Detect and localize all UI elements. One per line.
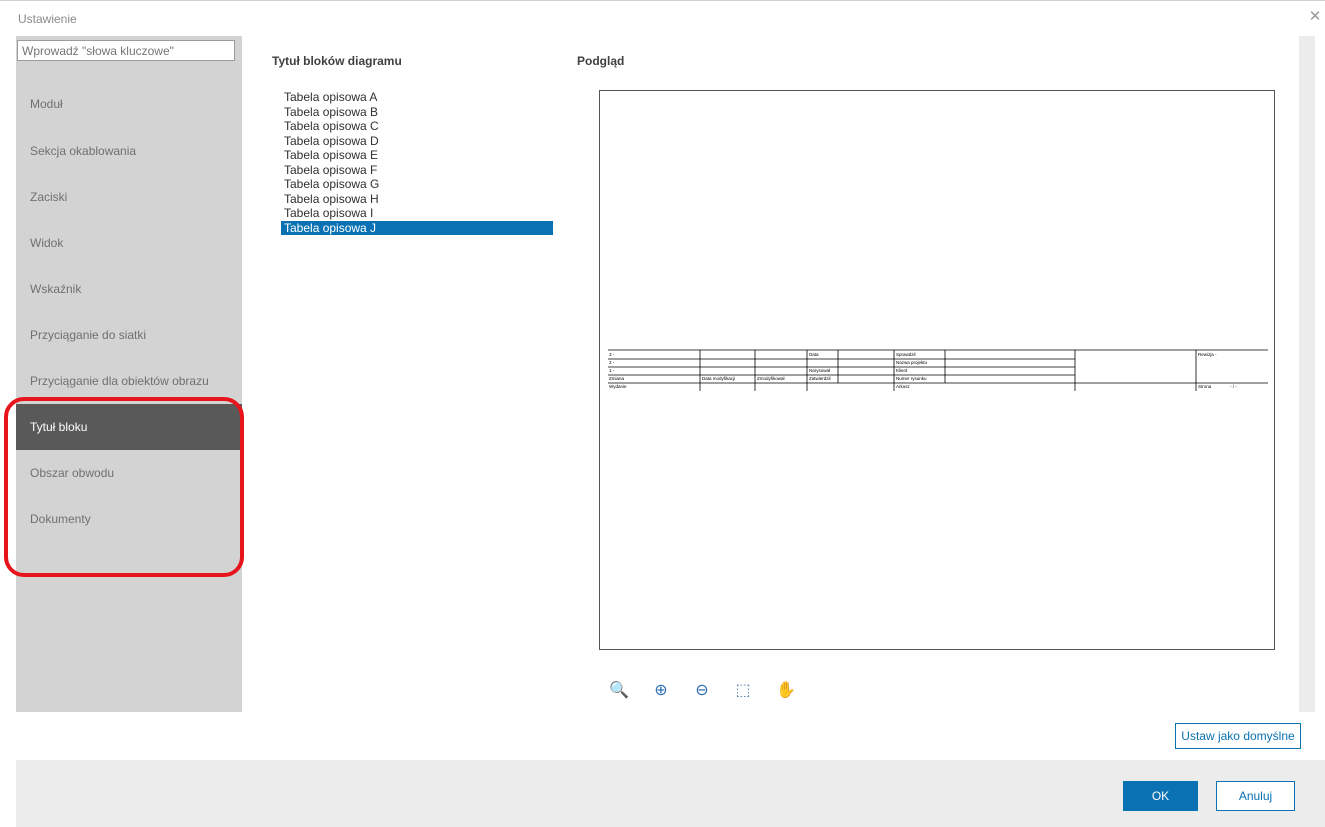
tb-cell: Wydanie: [609, 384, 627, 389]
pan-hand-icon[interactable]: ✋: [776, 680, 796, 700]
tb-cell: Sprawdził: [896, 352, 916, 357]
button-area: [0, 712, 1325, 760]
list-item[interactable]: Tabela opisowa D: [281, 134, 553, 149]
tb-cell: Rewizja -: [1198, 352, 1217, 357]
tb-cell: Numer rysunku: [896, 376, 927, 381]
close-icon[interactable]: ✕: [1306, 8, 1324, 26]
window-title: Ustawienie: [18, 12, 77, 26]
tb-cell: Zmodyfikował: [757, 376, 785, 381]
title-block-preview: 3 - 2 - 1 - Zmiana Wydanie Data modyfikacji Zm…: [608, 349, 1268, 391]
tb-cell: Data modyfikacji: [702, 376, 735, 381]
list-item[interactable]: Tabela opisowa J: [281, 220, 553, 235]
list-item[interactable]: Tabela opisowa F: [281, 163, 553, 178]
tb-cell: Klient: [896, 368, 908, 373]
sidebar-item-zaciski[interactable]: Zaciski: [16, 174, 242, 220]
title-divider: [0, 0, 1325, 1]
tb-cell: Zatwierdził: [809, 376, 831, 381]
tb-cell: Data: [809, 352, 819, 357]
search-input[interactable]: [17, 40, 235, 61]
zoom-in-icon[interactable]: ⊕: [651, 680, 671, 700]
tb-cell: Nazwa projektu: [896, 360, 928, 365]
tb-cell: 3 -: [609, 352, 615, 357]
sidebar-item-sekcja-okablowania[interactable]: Sekcja okablowania: [16, 128, 242, 174]
sidebar-item-wskaźnik[interactable]: Wskaźnik: [16, 266, 242, 312]
tb-cell: Narysował: [809, 368, 830, 373]
list-item[interactable]: Tabela opisowa H: [281, 192, 553, 207]
tb-cell: Zmiana: [609, 376, 625, 381]
preview-heading: Podgląd: [577, 54, 625, 68]
zoom-out-icon[interactable]: ⊖: [692, 680, 712, 700]
list-item[interactable]: Tabela opisowa C: [281, 119, 553, 134]
title-bar: [0, 0, 1325, 36]
sidebar-item-widok[interactable]: Widok: [16, 220, 242, 266]
list-item[interactable]: Tabela opisowa I: [281, 206, 553, 221]
panel-gutter: [1299, 36, 1315, 712]
sidebar-item-moduł[interactable]: Moduł: [16, 81, 242, 127]
zoom-area-icon[interactable]: ⬚: [733, 680, 753, 700]
sidebar-item-tytuł-bloku[interactable]: Tytuł bloku: [16, 404, 242, 450]
title-block-list: Tabela opisowa A Tabela opisowa B Tabela o…: [281, 90, 553, 235]
list-item[interactable]: Tabela opisowa B: [281, 105, 553, 120]
settings-dialog: Ustawienie ✕ ModułSekcja okablowaniaZaci…: [0, 0, 1325, 827]
sidebar-item-dokumenty[interactable]: Dokumenty: [16, 496, 242, 542]
ok-button[interactable]: OK: [1123, 781, 1198, 811]
list-heading: Tytuł bloków diagramu: [272, 54, 402, 68]
zoom-fit-icon[interactable]: 🔍: [609, 680, 629, 700]
sidebar-item-przyciąganie-dla-obiektów-obrazu[interactable]: Przyciąganie dla obiektów obrazu: [16, 358, 242, 404]
cancel-button[interactable]: Anuluj: [1216, 781, 1295, 811]
preview-area: 3 - 2 - 1 - Zmiana Wydanie Data modyfikacji Zm…: [599, 90, 1275, 650]
tb-cell: - / -: [1230, 384, 1237, 389]
tb-cell: 1 -: [609, 368, 615, 373]
sidebar-item-przyciąganie-do-siatki[interactable]: Przyciąganie do siatki: [16, 312, 242, 358]
tb-cell: Arkusz: [896, 384, 911, 389]
tb-cell: 2 -: [609, 360, 615, 365]
tb-cell: Strona: [1198, 384, 1212, 389]
list-item[interactable]: Tabela opisowa E: [281, 148, 553, 163]
list-item[interactable]: Tabela opisowa A: [281, 90, 553, 105]
sidebar-item-obszar-obwodu[interactable]: Obszar obwodu: [16, 450, 242, 496]
set-default-button[interactable]: Ustaw jako domyślne: [1175, 723, 1301, 749]
list-item[interactable]: Tabela opisowa G: [281, 177, 553, 192]
